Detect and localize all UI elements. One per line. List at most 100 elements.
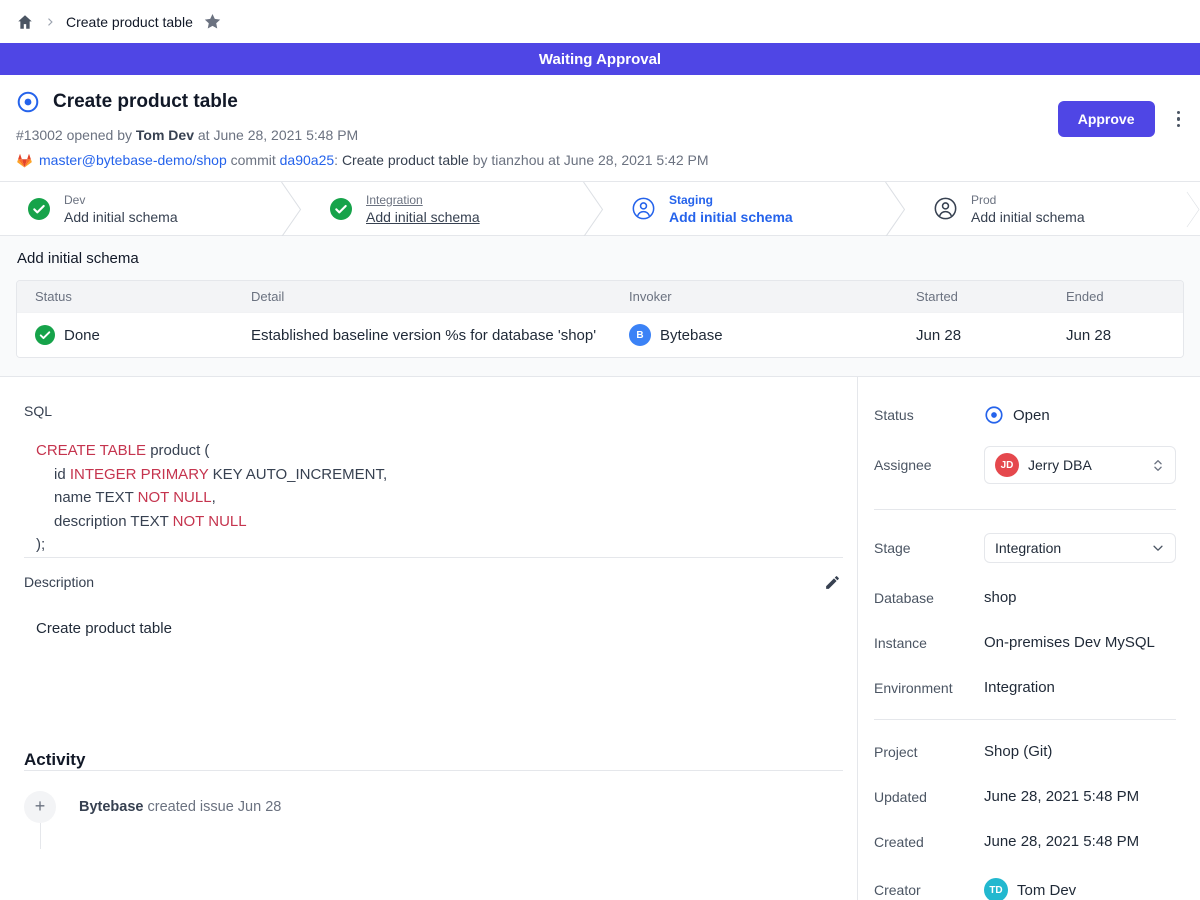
star-icon[interactable] — [203, 12, 222, 31]
stage-env-label: Prod — [971, 193, 1085, 207]
project-label: Project — [874, 744, 984, 760]
vcs-commit-hash-link[interactable]: da90a25 — [280, 152, 335, 168]
issue-sidebar: Status Open Assignee JD Jerry DBA Stage — [857, 377, 1200, 900]
sql-code-block: CREATE TABLE product (id INTEGER PRIMARY… — [36, 439, 843, 557]
invoker-avatar: B — [629, 324, 651, 346]
updated-label: Updated — [874, 789, 984, 805]
task-table: Status Detail Invoker Started Ended Done… — [16, 280, 1184, 358]
more-actions-icon[interactable] — [1171, 107, 1187, 132]
issue-meta-suffix: at June 28, 2021 5:48 PM — [194, 127, 358, 143]
description-content[interactable]: Create product table — [36, 620, 843, 637]
table-row[interactable]: Done Established baseline version %s for… — [17, 312, 1183, 357]
assignee-avatar: JD — [995, 453, 1019, 477]
stage-separator — [1186, 182, 1200, 235]
status-label: Status — [874, 407, 984, 423]
stage-task-label: Add initial schema — [669, 209, 793, 225]
creator-avatar: TD — [984, 878, 1008, 900]
database-value[interactable]: shop — [984, 589, 1017, 606]
task-invoker: Bytebase — [660, 327, 723, 344]
task-heading: Add initial schema — [17, 250, 1184, 267]
issue-meta: #13002 opened by Tom Dev at June 28, 202… — [16, 127, 1184, 143]
vcs-branch-link[interactable]: master@bytebase-demo/shop — [39, 152, 227, 168]
stage-separator — [582, 182, 604, 235]
home-icon[interactable] — [16, 13, 34, 31]
issue-open-icon — [16, 90, 40, 114]
updated-value: June 28, 2021 5:48 PM — [984, 788, 1139, 805]
task-detail: Established baseline version %s for data… — [251, 327, 596, 344]
stage-label: Stage — [874, 540, 984, 556]
page-title: Create product table — [53, 91, 238, 113]
stage-task-label: Add initial schema — [366, 209, 480, 225]
sql-line: id INTEGER PRIMARY KEY AUTO_INCREMENT, — [36, 463, 843, 487]
vcs-commit-label: commit — [227, 152, 280, 168]
task-ended: Jun 28 — [1066, 327, 1111, 344]
creator-value: Tom Dev — [1017, 882, 1076, 899]
stage-dev[interactable]: Dev Add initial schema — [0, 182, 280, 235]
column-started: Started — [898, 281, 1048, 312]
divider — [874, 509, 1176, 510]
chevron-updown-icon — [1151, 458, 1165, 473]
column-invoker: Invoker — [611, 281, 898, 312]
instance-label: Instance — [874, 635, 984, 651]
divider — [24, 557, 843, 558]
activity-item: + Bytebase created issue Jun 28 — [24, 791, 843, 823]
status-banner: Waiting Approval — [0, 43, 1200, 75]
open-status-icon — [984, 405, 1004, 425]
plus-icon: + — [24, 791, 56, 823]
sql-line: description TEXT NOT NULL — [36, 510, 843, 534]
approve-button[interactable]: Approve — [1058, 101, 1155, 137]
activity-action: created issue Jun 28 — [143, 799, 281, 815]
breadcrumb: Create product table — [0, 0, 1200, 43]
creator-label: Creator — [874, 882, 984, 898]
done-check-icon — [35, 325, 55, 345]
vcs-commit-suffix: by tianzhou at June 28, 2021 5:42 PM — [469, 152, 709, 168]
stage-env-label: Dev — [64, 193, 178, 207]
status-value: Open — [1013, 407, 1050, 424]
chevron-right-icon — [44, 16, 56, 28]
stage-done-icon — [330, 198, 352, 220]
assignee-value: Jerry DBA — [1028, 457, 1092, 473]
created-value: June 28, 2021 5:48 PM — [984, 833, 1139, 850]
divider — [24, 770, 843, 771]
issue-header: Create product table Approve #13002 open… — [0, 75, 1200, 181]
issue-author: Tom Dev — [136, 127, 194, 143]
main-content: SQL CREATE TABLE product (id INTEGER PRI… — [0, 377, 857, 900]
project-value[interactable]: Shop (Git) — [984, 743, 1052, 760]
chevron-down-icon — [1151, 541, 1165, 555]
assignee-select[interactable]: JD Jerry DBA — [984, 446, 1176, 484]
stage-prod[interactable]: Prod Add initial schema — [906, 182, 1186, 235]
breadcrumb-item[interactable]: Create product table — [66, 14, 193, 30]
edit-description-icon[interactable] — [822, 572, 843, 593]
activity-heading: Activity — [24, 750, 843, 770]
description-label: Description — [24, 574, 94, 590]
task-started: Jun 28 — [916, 327, 961, 344]
vcs-commit-message: Create product table — [342, 152, 469, 168]
column-detail: Detail — [233, 281, 611, 312]
gitlab-icon — [16, 152, 33, 168]
environment-label: Environment — [874, 680, 984, 696]
column-status: Status — [17, 281, 233, 312]
database-label: Database — [874, 590, 984, 606]
stage-staging[interactable]: Staging Add initial schema — [604, 182, 884, 235]
assignee-label: Assignee — [874, 457, 984, 473]
instance-value[interactable]: On-premises Dev MySQL — [984, 634, 1155, 651]
created-label: Created — [874, 834, 984, 850]
vcs-commit-line: master@bytebase-demo/shop commit da90a25… — [16, 152, 1184, 168]
sql-line: ); — [36, 533, 843, 557]
stage-done-icon — [28, 198, 50, 220]
stage-separator — [884, 182, 906, 235]
activity-actor: Bytebase — [79, 799, 143, 815]
stage-integration[interactable]: Integration Add initial schema — [302, 182, 582, 235]
vcs-colon: : — [334, 152, 342, 168]
environment-value: Integration — [984, 679, 1055, 696]
issue-meta-prefix: #13002 opened by — [16, 127, 136, 143]
stage-pending-approval-icon — [632, 197, 655, 220]
sql-label: SQL — [24, 403, 843, 419]
stage-pending-icon — [934, 197, 957, 220]
stage-env-label: Staging — [669, 193, 793, 207]
column-ended: Ended — [1048, 281, 1183, 312]
stage-select[interactable]: Integration — [984, 533, 1176, 563]
stage-separator — [280, 182, 302, 235]
divider — [874, 719, 1176, 720]
pipeline-stages: Dev Add initial schema Integration Add i… — [0, 181, 1200, 236]
